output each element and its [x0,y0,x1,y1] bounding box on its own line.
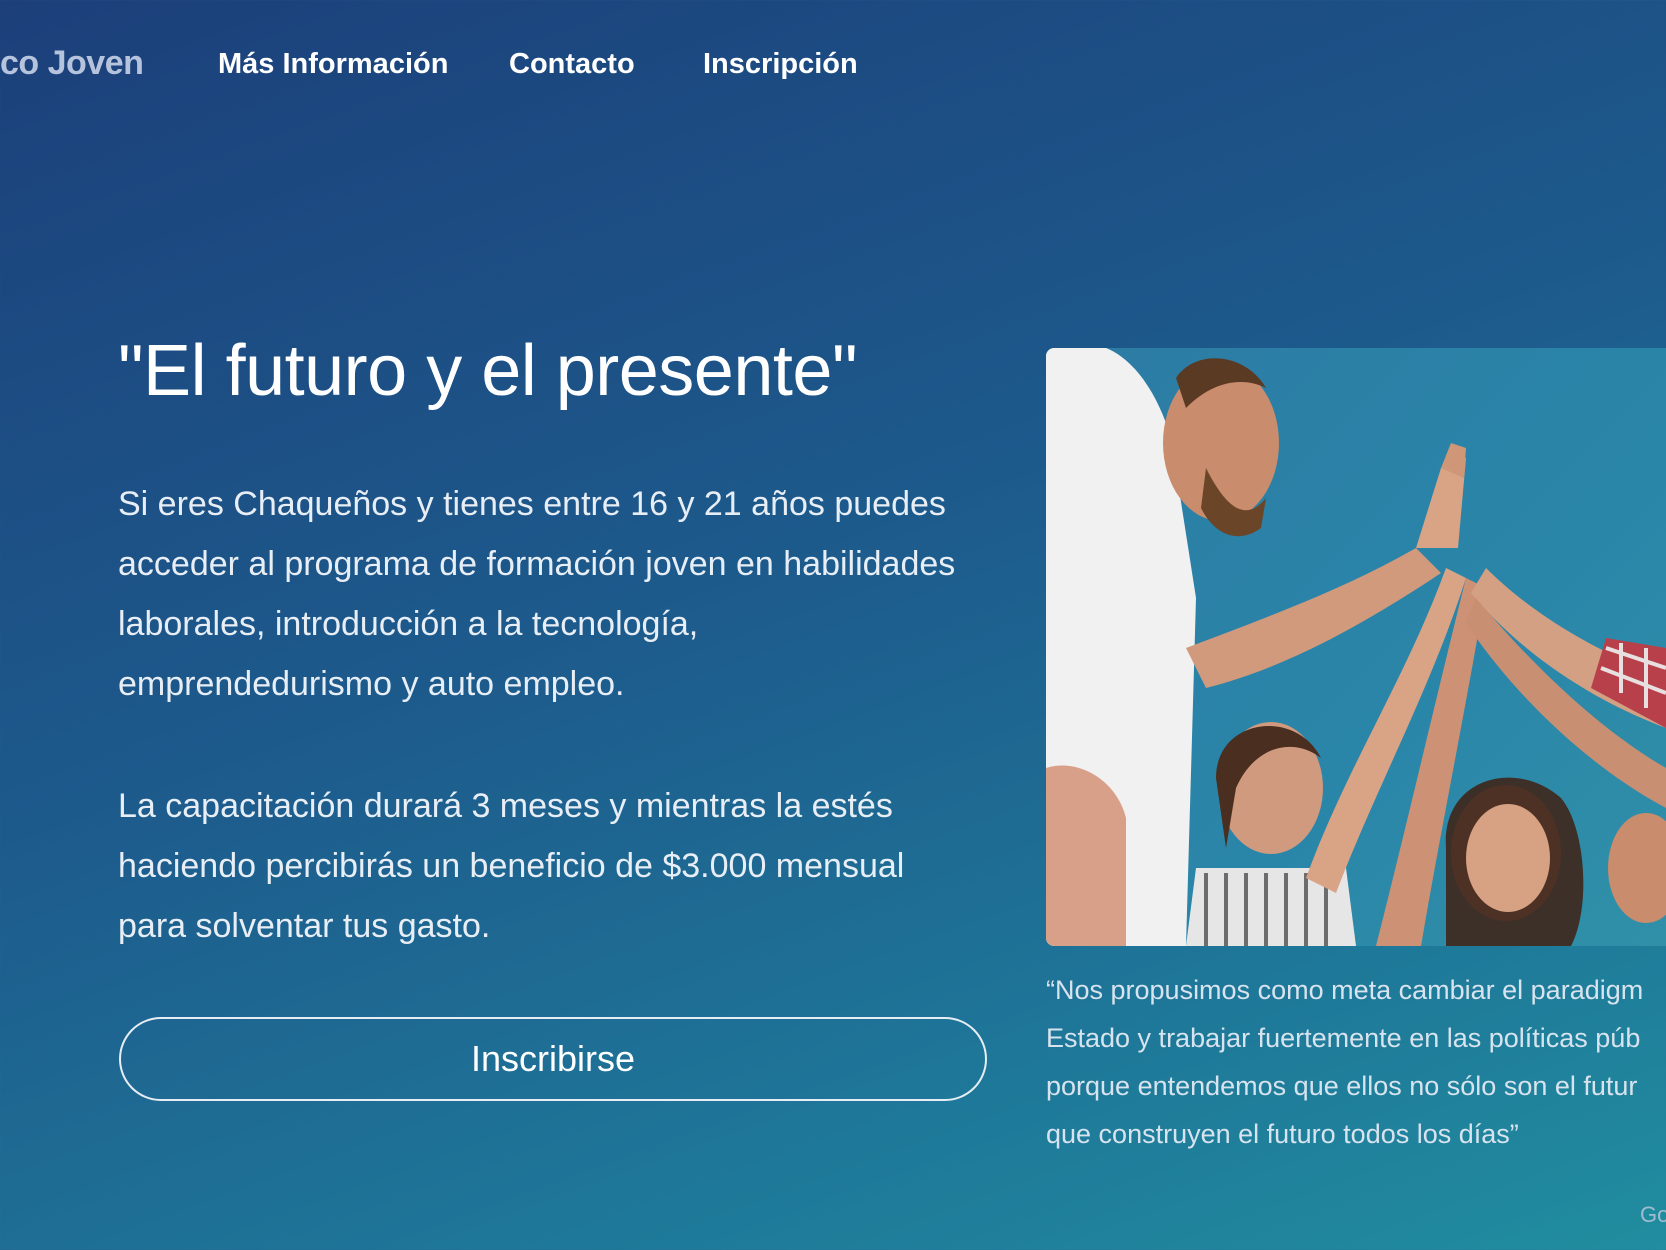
group-high-five-photo [1046,348,1666,946]
nav-link-mas-informacion[interactable]: Más Información [218,48,448,81]
top-navigation: co Joven Más Información Contacto Inscri… [0,0,1666,140]
photo-illustration [1046,348,1666,946]
hero-title: "El futuro y el presente" [118,331,858,411]
footer-corner-text: Go [1640,1202,1666,1227]
inscribirse-button[interactable]: Inscribirse [119,1017,987,1101]
hero-description-paragraph: Si eres Chaqueños y tienes entre 16 y 21… [118,485,956,703]
brand-logo-text[interactable]: co Joven [0,44,144,83]
nav-link-inscripcion[interactable]: Inscripción [703,48,858,81]
nav-link-contacto[interactable]: Contacto [509,48,635,81]
hero-benefit-paragraph: La capacitación durará 3 meses y mientra… [118,787,905,945]
testimonial-quote: “Nos propusimos como meta cambiar el par… [1046,975,1644,1149]
